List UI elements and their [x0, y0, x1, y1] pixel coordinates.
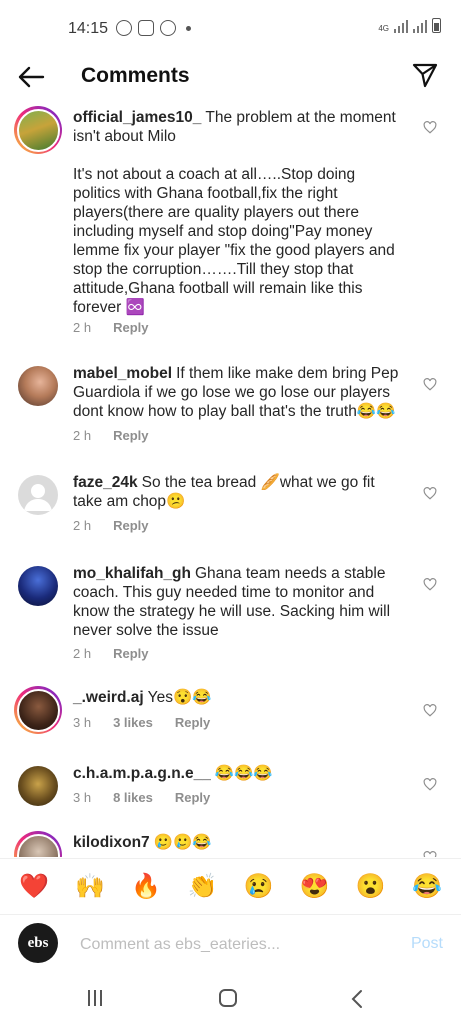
- paper-plane-icon[interactable]: [411, 61, 439, 89]
- reply-button[interactable]: Reply: [175, 715, 210, 730]
- nav-back-icon[interactable]: [350, 989, 364, 1009]
- status-time: 14:15: [68, 20, 109, 37]
- reaction-heart-eyes[interactable]: 😍: [300, 872, 330, 902]
- comment-username[interactable]: kilodixon7: [73, 834, 150, 851]
- comment-text: mo_khalifah_gh Ghana team needs a stable …: [73, 564, 403, 640]
- comment-paragraph: 😂😂😂: [214, 765, 273, 782]
- default-avatar-icon: [24, 484, 52, 511]
- reaction-clap[interactable]: 👏: [187, 872, 217, 902]
- comment-meta: 2 h Reply: [73, 320, 148, 335]
- likes-count[interactable]: 8 likes: [113, 790, 153, 805]
- avatar[interactable]: [18, 766, 58, 806]
- heart-icon[interactable]: [423, 851, 437, 857]
- avatar[interactable]: [14, 686, 62, 734]
- gallery-icon: [138, 20, 154, 36]
- page-title: Comments: [81, 64, 190, 87]
- comment-composer: ebs Post: [0, 914, 461, 974]
- comment-username[interactable]: mo_khalifah_gh: [73, 565, 191, 582]
- reply-button[interactable]: Reply: [113, 320, 148, 335]
- comment-time: 2 h: [73, 646, 92, 661]
- header: Comments: [0, 56, 461, 98]
- status-bar: 14:15 4G: [0, 0, 461, 56]
- avatar[interactable]: [18, 475, 58, 515]
- arrow-left-icon[interactable]: [16, 62, 46, 92]
- comment-text: mabel_mobel If them like make dem bring P…: [73, 364, 403, 421]
- avatar[interactable]: [14, 831, 62, 857]
- reply-button[interactable]: Reply: [113, 646, 148, 661]
- whatsapp-icon: [116, 20, 132, 36]
- comment-text: c.h.a.m.p.a.g.n.e__ 😂😂😂: [73, 764, 403, 783]
- reply-button[interactable]: Reply: [113, 518, 148, 533]
- comment-meta: 2 h Reply: [73, 428, 148, 443]
- comment-meta: 2 h Reply: [73, 518, 148, 533]
- comment-time: 2 h: [73, 518, 92, 533]
- reaction-fire[interactable]: 🔥: [131, 872, 161, 902]
- comment-paragraph: It's not about a coach at all…..Stop doi…: [73, 166, 395, 316]
- comment-meta: 3 h 8 likes Reply: [73, 790, 210, 805]
- comment-time: 2 h: [73, 320, 92, 335]
- reply-button[interactable]: Reply: [113, 428, 148, 443]
- comment-time: 3 h: [73, 790, 92, 805]
- comments-list[interactable]: official_james10_ The problem at the mome…: [0, 100, 461, 857]
- play-icon: [160, 20, 176, 36]
- quick-reactions-bar: ❤️ 🙌 🔥 👏 😢 😍 😮 😂: [0, 858, 461, 914]
- home-icon[interactable]: [219, 989, 237, 1007]
- comment-text: faze_24k So the tea bread 🥖what we go fit…: [73, 473, 403, 511]
- comment-input[interactable]: [80, 933, 380, 957]
- reaction-raised-hands[interactable]: 🙌: [75, 872, 105, 902]
- comment-paragraph: Yes😯😂: [147, 689, 212, 706]
- heart-icon[interactable]: [423, 378, 437, 391]
- recents-icon[interactable]: [88, 990, 102, 1006]
- signal-icon: [394, 19, 408, 33]
- likes-count[interactable]: 3 likes: [113, 715, 153, 730]
- comment-username[interactable]: mabel_mobel: [73, 365, 172, 382]
- heart-icon[interactable]: [423, 704, 437, 717]
- signal-icon-2: [413, 19, 427, 33]
- heart-icon[interactable]: [423, 778, 437, 791]
- notification-icons: [116, 20, 191, 36]
- more-notifications-dot-icon: [186, 25, 191, 31]
- avatar[interactable]: [18, 566, 58, 606]
- comment-paragraph: 🥲🥲😂: [153, 834, 212, 851]
- system-icons: 4G: [378, 18, 441, 33]
- battery-icon: [432, 18, 441, 33]
- post-button[interactable]: Post: [411, 935, 443, 953]
- comment-text: official_james10_ The problem at the mome…: [73, 108, 403, 317]
- comment-text: kilodixon7 🥲🥲😂: [73, 833, 403, 852]
- reaction-laugh[interactable]: 😂: [412, 872, 442, 902]
- comment-time: 2 h: [73, 428, 92, 443]
- heart-icon[interactable]: [423, 578, 437, 591]
- comment-username[interactable]: _.weird.aj: [73, 689, 144, 706]
- heart-icon[interactable]: [423, 487, 437, 500]
- comment-meta: 2 h Reply: [73, 646, 148, 661]
- comment-username[interactable]: official_james10_: [73, 109, 201, 126]
- avatar[interactable]: [18, 366, 58, 406]
- reaction-cry[interactable]: 😢: [244, 872, 274, 902]
- reaction-heart[interactable]: ❤️: [19, 872, 49, 902]
- comment-username[interactable]: c.h.a.m.p.a.g.n.e__: [73, 765, 211, 782]
- reply-button[interactable]: Reply: [175, 790, 210, 805]
- my-avatar: ebs: [18, 923, 58, 963]
- heart-icon[interactable]: [423, 121, 437, 134]
- comment-meta: 3 h 3 likes Reply: [73, 715, 210, 730]
- reaction-wow[interactable]: 😮: [356, 872, 386, 902]
- avatar[interactable]: [14, 106, 62, 154]
- comment-text: _.weird.aj Yes😯😂: [73, 688, 403, 707]
- network-type: 4G: [378, 24, 389, 33]
- system-nav-bar: [0, 974, 461, 1024]
- comment-time: 3 h: [73, 715, 92, 730]
- comment-username[interactable]: faze_24k: [73, 474, 138, 491]
